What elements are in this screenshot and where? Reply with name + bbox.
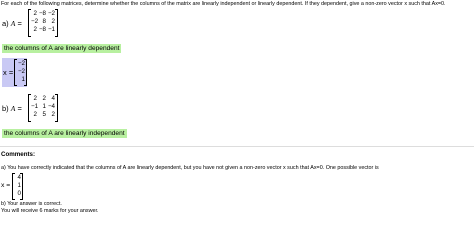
marks-message: You will receive 6 marks for your answer… — [1, 208, 99, 214]
matrix-cell: 2 — [51, 18, 55, 25]
vector-cell: 4 — [17, 174, 21, 181]
comments-heading: Comments: — [1, 151, 36, 158]
vector-cell: 1 — [21, 76, 25, 83]
vector-cell: 0 — [17, 190, 21, 197]
vector-cell: −2 — [17, 60, 25, 67]
vector-cell: −2 — [17, 68, 25, 75]
vector-row: 0 — [14, 190, 21, 198]
equals-sign: = — [17, 104, 22, 113]
matrix-row: 2 −8 −1 — [31, 26, 55, 34]
matrix-row: 2 5 2 — [31, 111, 55, 119]
comment-part-a: a) You have correctly indicated that the… — [1, 165, 379, 171]
matrix-row: 2 2 4 — [31, 95, 55, 103]
part-label: b) — [2, 104, 9, 113]
vector-x-label: x = — [3, 68, 14, 77]
matrix-cell: −1 — [47, 26, 55, 33]
vector-row: 1 — [16, 76, 25, 84]
matrix-cell: 2 — [42, 95, 46, 102]
matrix-name: A — [10, 104, 16, 113]
matrix-cell: 5 — [42, 111, 46, 118]
vector-cell: 1 — [17, 182, 21, 189]
matrix-row: −2 8 2 — [31, 18, 55, 26]
matrix-cell: 4 — [51, 95, 55, 102]
comment-part-b: b) Your answer is correct. — [1, 201, 62, 207]
section-divider — [0, 146, 474, 147]
vector-row: −2 — [16, 60, 25, 68]
part-label: a) — [2, 19, 9, 28]
matrix-cell: −4 — [47, 103, 55, 110]
part-a-answer: the columns of A are linearly dependent — [2, 44, 122, 53]
comment-vector: 4 1 0 — [12, 173, 23, 200]
matrix-row: 2 −8 −2 — [31, 10, 55, 18]
vector-row: −2 — [16, 68, 25, 76]
part-b-label: b) A = — [2, 104, 22, 113]
matrix-cell: 1 — [42, 103, 46, 110]
matrix-row: −1 1 −4 — [31, 103, 55, 111]
matrix-cell: 2 — [51, 111, 55, 118]
vector-row: 4 — [14, 174, 21, 182]
equals-sign: = — [17, 19, 22, 28]
matrix-cell: −8 — [38, 10, 46, 17]
question-instructions: For each of the following matrices, dete… — [1, 1, 446, 7]
part-b-answer: the columns of A are linearly independen… — [2, 129, 127, 138]
vector-row: 1 — [14, 182, 21, 190]
matrix-b: 2 2 4 −1 1 −4 2 5 2 — [28, 94, 58, 122]
matrix-cell: 8 — [42, 18, 46, 25]
matrix-cell: −2 — [47, 10, 55, 17]
matrix-name: A — [10, 19, 16, 28]
part-a-label: a) A = — [2, 19, 22, 28]
vector-x: −2 −2 1 — [14, 59, 27, 86]
matrix-cell: −8 — [38, 26, 46, 33]
matrix-a: 2 −8 −2 −2 8 2 2 −8 −1 — [28, 9, 58, 37]
comment-vector-label: x = — [1, 182, 11, 189]
